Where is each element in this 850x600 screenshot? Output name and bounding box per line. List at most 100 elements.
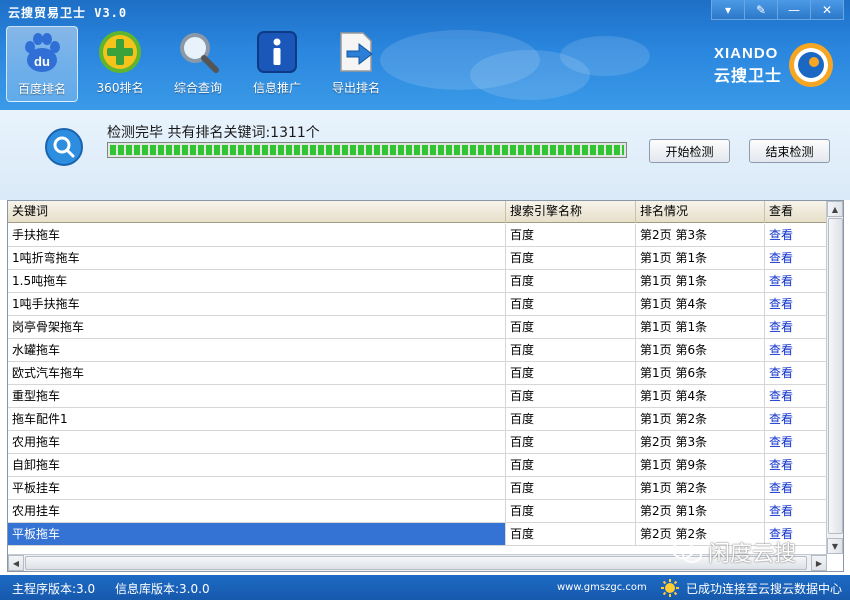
table-row[interactable]: 手扶拖车 百度 第2页 第3条 查看	[8, 224, 827, 247]
scroll-left-icon[interactable]: ◀	[8, 555, 24, 571]
window-controls: ▾ ✎ — ✕	[711, 0, 844, 20]
tool-label: 导出排名	[331, 81, 380, 95]
minimize-button[interactable]: —	[777, 0, 811, 20]
stop-check-button[interactable]: 结束检测	[749, 139, 830, 163]
cell-keyword: 农用拖车	[8, 431, 506, 453]
tool-combined-query[interactable]: 综合查询	[162, 26, 234, 102]
cell-view-link[interactable]: 查看	[765, 477, 827, 499]
skin-edit-button[interactable]: ✎	[744, 0, 778, 20]
table-row[interactable]: 欧式汽车拖车 百度 第1页 第6条 查看	[8, 362, 827, 385]
cell-engine: 百度	[506, 224, 636, 246]
cell-engine: 百度	[506, 316, 636, 338]
window-title: 云搜贸易卫士 V3.0	[8, 6, 128, 20]
start-check-button[interactable]: 开始检测	[649, 139, 730, 163]
cell-engine: 百度	[506, 454, 636, 476]
scroll-up-icon[interactable]: ▲	[827, 201, 843, 217]
cell-keyword: 1.5吨拖车	[8, 270, 506, 292]
cell-rank: 第1页 第1条	[636, 247, 765, 269]
cell-rank: 第1页 第6条	[636, 339, 765, 361]
cell-view-link[interactable]: 查看	[765, 500, 827, 522]
cell-view-link[interactable]: 查看	[765, 408, 827, 430]
table-row[interactable]: 岗亭骨架拖车 百度 第1页 第1条 查看	[8, 316, 827, 339]
column-header-engine[interactable]: 搜索引擎名称	[506, 201, 636, 223]
baidu-icon-text: du	[34, 54, 50, 69]
table-row[interactable]: 农用拖车 百度 第2页 第3条 查看	[8, 431, 827, 454]
cell-view-link[interactable]: 查看	[765, 454, 827, 476]
cell-rank: 第2页 第3条	[636, 431, 765, 453]
brand-emblem-icon	[789, 43, 833, 87]
cell-view-link[interactable]: 查看	[765, 316, 827, 338]
table-header: 关键词 搜索引擎名称 排名情况 查看	[8, 201, 827, 223]
table-row[interactable]: 1吨折弯拖车 百度 第1页 第1条 查看	[8, 247, 827, 270]
table-row[interactable]: 水罐拖车 百度 第1页 第6条 查看	[8, 339, 827, 362]
cell-engine: 百度	[506, 408, 636, 430]
cell-engine: 百度	[506, 293, 636, 315]
brand-logo: XIANDO 云搜卫士	[714, 40, 836, 90]
column-header-keyword[interactable]: 关键词	[8, 201, 506, 223]
table-row[interactable]: 平板挂车 百度 第1页 第2条 查看	[8, 477, 827, 500]
table-row[interactable]: 自卸拖车 百度 第1页 第9条 查看	[8, 454, 827, 477]
vertical-scrollbar[interactable]: ▲ ▼	[826, 201, 843, 554]
progress-fill	[110, 145, 624, 155]
magnifier-icon	[175, 29, 221, 75]
table-row[interactable]: 重型拖车 百度 第1页 第4条 查看	[8, 385, 827, 408]
tool-baidu-rank[interactable]: du 百度排名	[6, 26, 78, 102]
cell-keyword: 水罐拖车	[8, 339, 506, 361]
status-panel: 检测完毕 共有排名关键词:1311个 开始检测 结束检测	[0, 110, 850, 200]
cell-engine: 百度	[506, 270, 636, 292]
connection-sun-icon	[661, 579, 679, 597]
cell-view-link[interactable]: 查看	[765, 385, 827, 407]
website-url: www.gmszgc.com	[557, 582, 647, 593]
cell-rank: 第1页 第2条	[636, 408, 765, 430]
cell-keyword: 1吨手扶拖车	[8, 293, 506, 315]
tool-label: 360排名	[96, 81, 144, 95]
cell-view-link[interactable]: 查看	[765, 431, 827, 453]
cell-engine: 百度	[506, 247, 636, 269]
status-bar: 主程序版本:3.0 信息库版本:3.0.0 www.gmszgc.com 已成功…	[0, 575, 850, 600]
cell-view-link[interactable]: 查看	[765, 339, 827, 361]
cell-view-link[interactable]: 查看	[765, 224, 827, 246]
table-row[interactable]: 1.5吨拖车 百度 第1页 第1条 查看	[8, 270, 827, 293]
column-header-rank[interactable]: 排名情况	[636, 201, 765, 223]
cell-keyword: 1吨折弯拖车	[8, 247, 506, 269]
cell-engine: 百度	[506, 523, 636, 545]
cell-keyword: 平板挂车	[8, 477, 506, 499]
connection-status: 已成功连接至云搜云数据中心	[686, 582, 843, 596]
tool-label: 百度排名	[17, 82, 66, 96]
menu-dropdown-button[interactable]: ▾	[711, 0, 745, 20]
cell-engine: 百度	[506, 362, 636, 384]
cell-engine: 百度	[506, 431, 636, 453]
column-header-view[interactable]: 查看	[765, 201, 827, 223]
cell-view-link[interactable]: 查看	[765, 247, 827, 269]
cell-rank: 第1页 第4条	[636, 385, 765, 407]
cell-engine: 百度	[506, 385, 636, 407]
cell-view-link[interactable]: 查看	[765, 270, 827, 292]
close-button[interactable]: ✕	[810, 0, 844, 20]
tool-label: 综合查询	[173, 81, 222, 95]
tool-label: 信息推广	[252, 81, 301, 95]
tool-360-rank[interactable]: 360排名	[84, 26, 156, 102]
cell-keyword: 岗亭骨架拖车	[8, 316, 506, 338]
watermark-text: 闲度云搜	[708, 542, 797, 567]
brand-chinese: 云搜卫士	[713, 65, 782, 85]
progress-bar	[107, 142, 627, 158]
vertical-scroll-thumb[interactable]	[828, 218, 843, 534]
info-icon	[254, 29, 300, 75]
cell-view-link[interactable]: 查看	[765, 293, 827, 315]
tool-export-rank[interactable]: 导出排名	[320, 26, 392, 102]
tool-info-promotion[interactable]: 信息推广	[241, 26, 313, 102]
table-row[interactable]: 农用挂车 百度 第2页 第1条 查看	[8, 500, 827, 523]
scroll-down-icon[interactable]: ▼	[827, 538, 843, 554]
export-document-icon	[333, 29, 379, 75]
cell-keyword: 重型拖车	[8, 385, 506, 407]
table-row[interactable]: 拖车配件1 百度 第1页 第2条 查看	[8, 408, 827, 431]
baidu-paw-icon: du	[19, 30, 65, 76]
cell-engine: 百度	[506, 339, 636, 361]
cell-keyword: 拖车配件1	[8, 408, 506, 430]
table-row[interactable]: 1吨手扶拖车 百度 第1页 第4条 查看	[8, 293, 827, 316]
cell-keyword: 手扶拖车	[8, 224, 506, 246]
scroll-right-icon[interactable]: ▶	[811, 555, 827, 571]
cell-rank: 第1页 第4条	[636, 293, 765, 315]
cell-keyword: 农用挂车	[8, 500, 506, 522]
cell-view-link[interactable]: 查看	[765, 362, 827, 384]
